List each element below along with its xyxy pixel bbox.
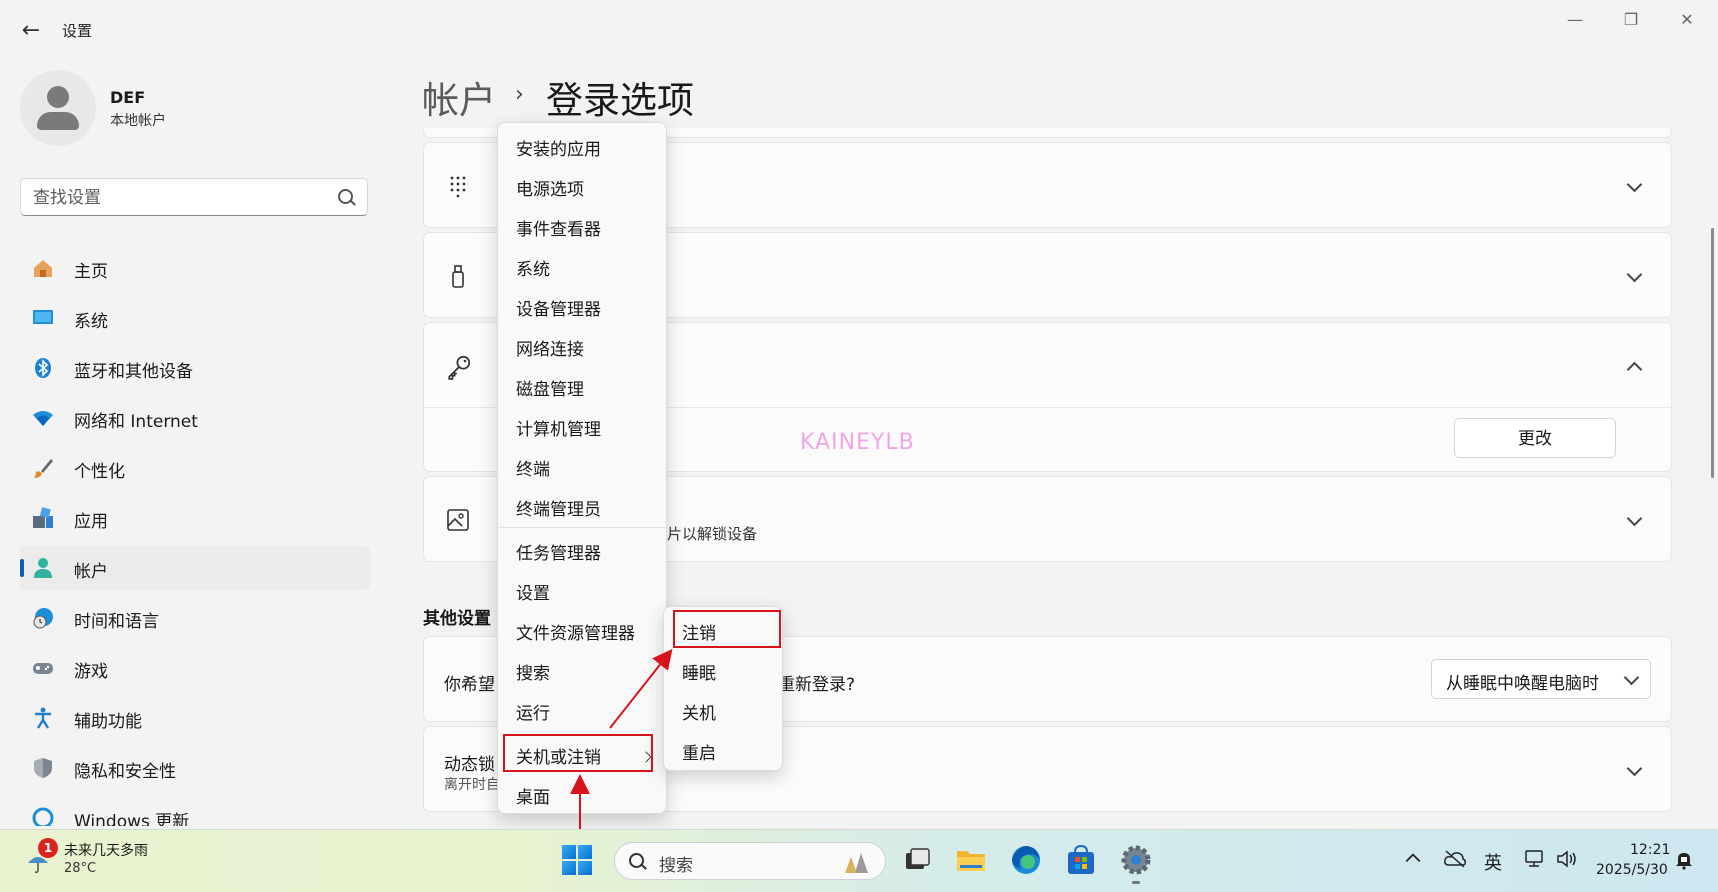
weather-badge: 1: [38, 838, 58, 858]
taskbar-search[interactable]: 搜索: [614, 842, 886, 880]
volume-icon[interactable]: [1556, 849, 1578, 874]
clock-time[interactable]: 12:21: [1630, 842, 1670, 858]
ime-indicator[interactable]: 英: [1484, 849, 1502, 875]
search-highlight-icon: [845, 853, 868, 873]
notification-bell-icon[interactable]: [1674, 850, 1694, 875]
task-view-icon[interactable]: [900, 843, 934, 877]
onedrive-offline-icon[interactable]: [1443, 849, 1467, 874]
annotation-arrows: [570, 648, 673, 836]
weather-temp: 28°C: [64, 861, 97, 876]
windows-logo-icon: [562, 845, 576, 859]
weather-title[interactable]: 未来几天多雨: [64, 840, 148, 860]
microsoft-store-icon[interactable]: [1064, 843, 1098, 877]
clock-date[interactable]: 2025/5/30: [1596, 862, 1668, 878]
start-button[interactable]: [562, 845, 592, 875]
search-icon: [629, 853, 644, 868]
edge-browser-icon[interactable]: [1009, 843, 1043, 877]
taskbar-search-placeholder: 搜索: [659, 856, 693, 876]
settings-gear-icon[interactable]: [1119, 843, 1153, 884]
file-explorer-icon[interactable]: [954, 843, 988, 877]
network-icon[interactable]: [1524, 849, 1546, 874]
show-hidden-icons-icon[interactable]: [1404, 849, 1422, 872]
